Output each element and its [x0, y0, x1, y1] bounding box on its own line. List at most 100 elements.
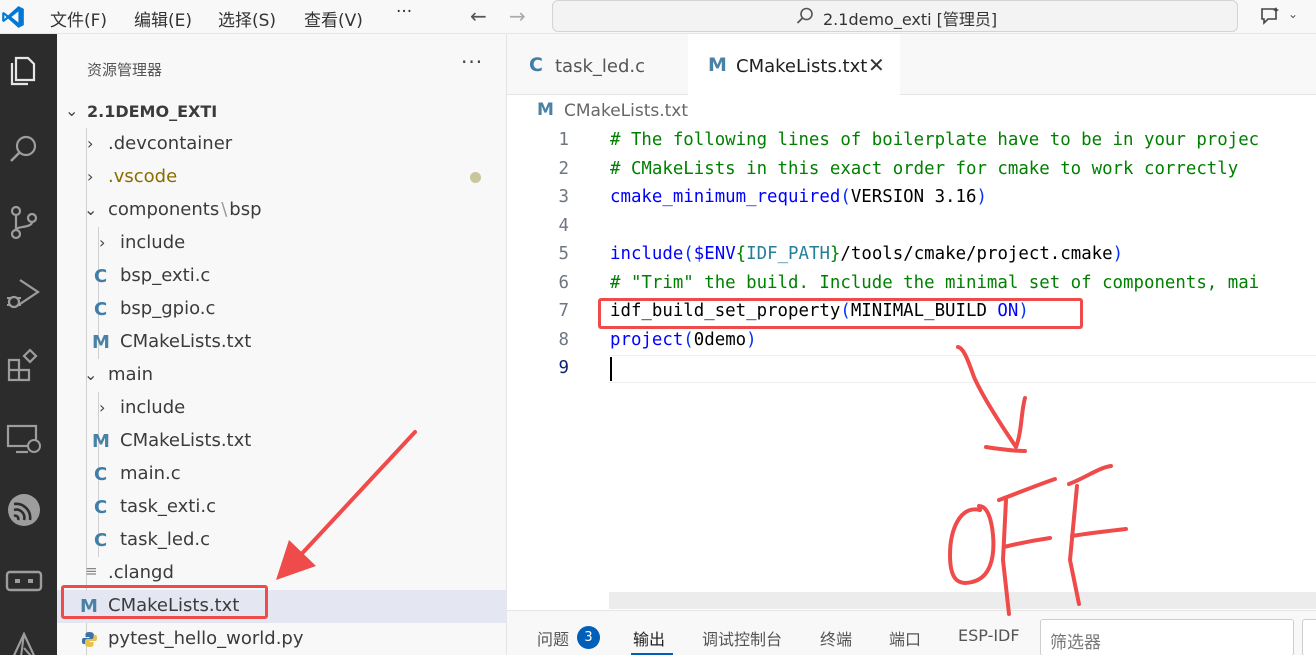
code-line: 1 # The following lines of boilerplate h… — [507, 127, 1316, 155]
tree-item[interactable]: pytest_hello_world.py — [57, 623, 507, 655]
tree-item[interactable]: M CMakeLists.txt — [57, 326, 507, 359]
tree-item[interactable]: C task_led.c — [57, 524, 507, 557]
close-icon[interactable]: ✕ — [868, 53, 885, 77]
tree-item[interactable]: › include — [57, 227, 507, 260]
modified-dot-icon — [470, 172, 481, 183]
code-editor[interactable]: 1 # The following lines of boilerplate h… — [507, 127, 1316, 609]
panel-tab-problems[interactable]: 问题 — [537, 626, 569, 650]
line-number: 3 — [558, 187, 569, 207]
output-channel-select[interactable] — [1302, 619, 1316, 655]
chevron-right-icon: › — [99, 233, 106, 252]
code-line: 5 include($ENV{IDF_PATH}/tools/cmake/pro… — [507, 241, 1316, 269]
menu-edit[interactable]: 编辑(E) — [134, 6, 192, 31]
title-bar: 文件(F) 编辑(E) 选择(S) 查看(V) ··· ← → 2.1demo_… — [0, 0, 1316, 34]
tree-item[interactable]: ⌄ main — [57, 359, 507, 392]
code-line: 6 # "Trim" the build. Include the minima… — [507, 270, 1316, 298]
line-number: 8 — [558, 330, 569, 350]
tab-label: task_led.c — [555, 56, 646, 77]
tree-item-label: .clangd — [108, 562, 174, 583]
tree-item[interactable]: C main.c — [57, 458, 507, 491]
chevron-down-icon: ⌄ — [65, 101, 79, 120]
tree-item-label: bsp_gpio.c — [120, 298, 216, 319]
chevron-right-icon: › — [99, 398, 106, 417]
remote-window-icon[interactable] — [0, 556, 57, 608]
panel-tab-ports[interactable]: 端口 — [889, 626, 921, 650]
line-number: 1 — [558, 130, 569, 150]
code-text: # The following lines of boilerplate hav… — [610, 130, 1260, 150]
panel-tab-output[interactable]: 输出 — [633, 626, 665, 650]
code-text: project(0demo) — [610, 330, 757, 350]
tree-item[interactable]: C task_exti.c — [57, 491, 507, 524]
c-file-icon: C — [94, 266, 108, 287]
esp-idf-icon[interactable] — [0, 484, 57, 536]
tree-item[interactable]: C bsp_exti.c — [57, 260, 507, 293]
menu-more[interactable]: ··· — [396, 2, 412, 22]
tab-task-led-c[interactable]: C task_led.c — [507, 34, 687, 95]
forward-arrow-icon[interactable]: → — [509, 4, 526, 28]
horizontal-scrollbar[interactable] — [609, 592, 1316, 609]
line-number: 9 — [558, 358, 569, 378]
command-center[interactable]: 2.1demo_exti [管理员] — [552, 0, 1238, 32]
search-icon[interactable] — [0, 124, 57, 176]
panel-tab-debug-console[interactable]: 调试控制台 — [702, 626, 782, 650]
tab-cmakelists-txt[interactable]: M CMakeLists.txt ✕ — [688, 34, 900, 95]
annotation-box-code-line — [598, 298, 1083, 329]
c-file-icon: C — [94, 530, 108, 551]
text-cursor — [610, 357, 612, 381]
vscode-logo-icon — [2, 6, 24, 28]
search-icon — [796, 7, 813, 24]
tree-item[interactable]: M CMakeLists.txt — [57, 425, 507, 458]
explorer-title: 资源管理器 — [87, 61, 163, 79]
cmake-file-icon: M — [537, 100, 554, 120]
menu-selection[interactable]: 选择(S) — [218, 6, 276, 31]
code-line: 3 cmake_minimum_required(VERSION 3.16) — [507, 184, 1316, 212]
workspace-root-label: 2.1DEMO_EXTI — [87, 102, 218, 121]
remote-explorer-icon[interactable] — [0, 412, 57, 464]
tree-item-label: task_led.c — [120, 529, 211, 550]
activity-bar — [0, 34, 57, 655]
tree-item-label: .vscode — [108, 166, 178, 187]
menu-view[interactable]: 查看(V) — [304, 6, 363, 31]
explorer-icon[interactable] — [0, 44, 57, 96]
chevron-right-icon: › — [87, 134, 94, 153]
breadcrumb: M CMakeLists.txt — [507, 95, 1316, 127]
text-file-icon: ≡ — [85, 562, 98, 580]
menu-file[interactable]: 文件(F) — [50, 6, 107, 31]
copilot-icon[interactable] — [1258, 5, 1282, 27]
source-control-icon[interactable] — [0, 196, 57, 248]
tree-root[interactable]: ⌄ 2.1DEMO_EXTI — [57, 95, 507, 128]
annotation-box-file — [61, 585, 268, 619]
tree-item-label: main.c — [120, 463, 181, 484]
tree-item[interactable]: › .vscode — [57, 161, 507, 194]
run-debug-icon[interactable] — [0, 268, 57, 320]
panel-tab-terminal[interactable]: 终端 — [820, 626, 852, 650]
panel-tab-esp-idf[interactable]: ESP-IDF — [958, 626, 1020, 645]
tree-item-label: components \ bsp — [108, 199, 262, 220]
editor-tabs: C task_led.c M CMakeLists.txt ✕ — [507, 34, 1316, 95]
extensions-icon[interactable] — [0, 340, 57, 392]
more-actions-icon[interactable]: ··· — [461, 50, 483, 74]
tree-item[interactable]: › include — [57, 392, 507, 425]
tree-item[interactable]: › .devcontainer — [57, 128, 507, 161]
tree-item[interactable]: C bsp_gpio.c — [57, 293, 507, 326]
python-file-icon — [82, 632, 97, 647]
breadcrumb-item[interactable]: CMakeLists.txt — [564, 101, 688, 121]
tree-item-label: CMakeLists.txt — [120, 430, 252, 451]
code-line: 9 — [507, 355, 1316, 383]
line-number: 2 — [558, 159, 569, 179]
tree-item[interactable]: ⌄ components \ bsp — [57, 194, 507, 227]
cmake-icon[interactable] — [0, 624, 57, 655]
tab-label: CMakeLists.txt — [736, 56, 868, 77]
filter-input[interactable]: 筛选器 — [1040, 619, 1294, 655]
chevron-down-icon[interactable]: ⌄ — [1288, 7, 1298, 21]
code-line: 4 — [507, 213, 1316, 241]
tree-item-label: include — [120, 397, 186, 418]
code-line: 2 # CMakeLists in this exact order for c… — [507, 156, 1316, 184]
tree-item-label: main — [108, 364, 153, 385]
back-arrow-icon[interactable]: ← — [470, 4, 487, 28]
line-number: 7 — [558, 301, 569, 321]
code-text: # CMakeLists in this exact order for cma… — [610, 159, 1239, 179]
cmake-file-icon: M — [92, 332, 110, 353]
c-file-icon: C — [94, 464, 108, 485]
c-file-icon: C — [94, 299, 108, 320]
